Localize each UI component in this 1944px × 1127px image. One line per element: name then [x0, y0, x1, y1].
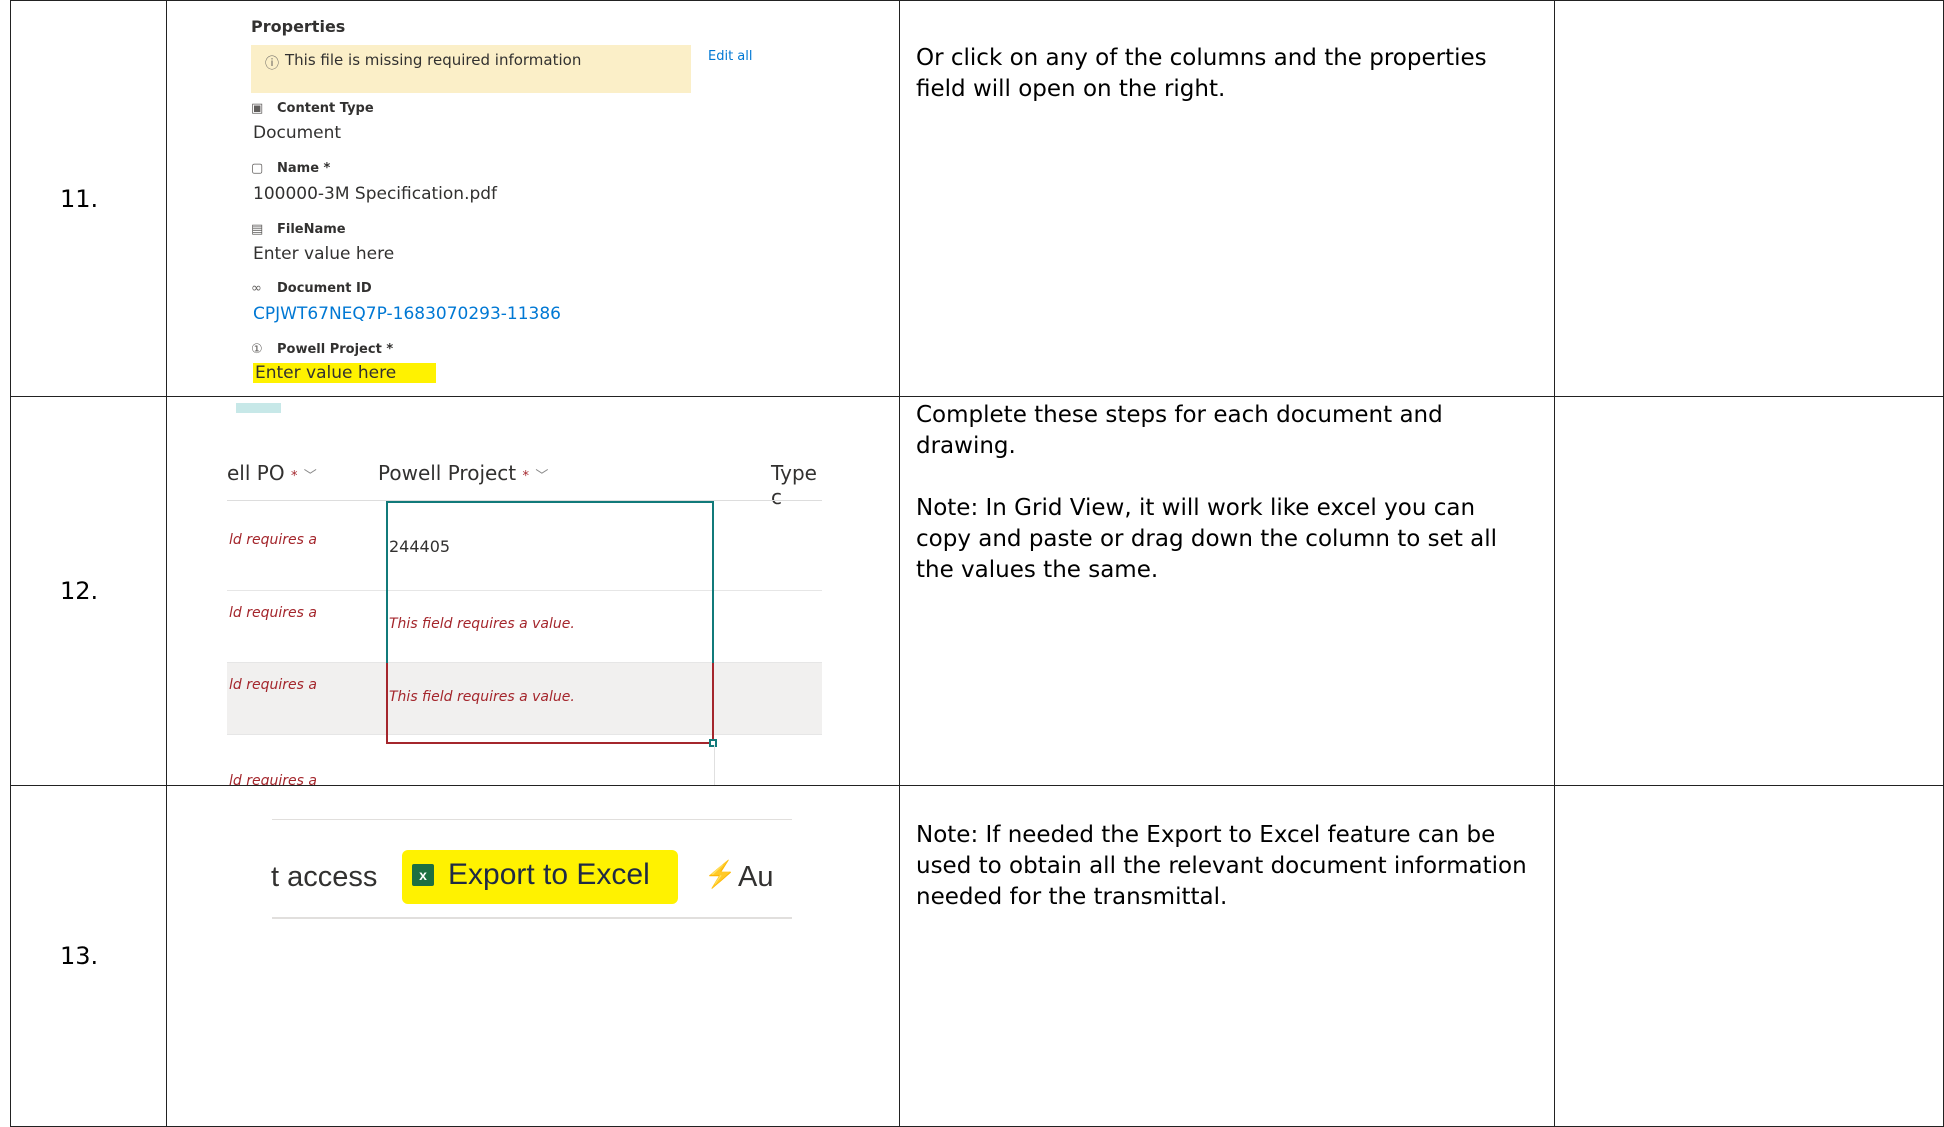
- filename-value[interactable]: Enter value here: [253, 244, 394, 264]
- edit-all-link[interactable]: Edit all: [708, 49, 753, 64]
- filename-label: ▤ FileName: [251, 222, 346, 237]
- step-description: Note: If needed the Export to Excel feat…: [899, 785, 1555, 1127]
- notes-cell: [1554, 0, 1944, 397]
- content-type-value[interactable]: Document: [253, 123, 341, 143]
- truncated-error: ld requires a: [229, 677, 317, 693]
- command-bar-bottom-border: [272, 917, 792, 919]
- missing-info-warning: ⓘ This file is missing required informat…: [251, 45, 691, 93]
- description-text: Note: If needed the Export to Excel feat…: [916, 822, 1527, 910]
- content-type-label: ▣ Content Type: [251, 101, 374, 116]
- truncated-error: ld requires a: [229, 605, 317, 621]
- info-icon: ⓘ: [265, 56, 279, 72]
- screenshot-properties-panel: Properties ⓘ This file is missing requir…: [166, 0, 900, 397]
- fill-handle[interactable]: [709, 739, 717, 747]
- step-description: Complete these steps for each document a…: [899, 396, 1555, 786]
- truncated-error: ld requires a: [229, 773, 317, 786]
- chevron-down-icon: ﹀: [303, 469, 317, 484]
- truncated-error: ld requires a: [229, 532, 317, 548]
- column-header-po[interactable]: ell PO * ﹀: [227, 461, 317, 485]
- automate-button[interactable]: Au: [738, 861, 773, 894]
- export-to-excel-button[interactable]: Export to Excel: [448, 858, 650, 892]
- number-icon: ①: [251, 342, 263, 357]
- chevron-down-icon: ﹀: [535, 469, 549, 484]
- description-note: Note: In Grid View, it will work like ex…: [916, 495, 1498, 583]
- name-label: ▢ Name *: [251, 161, 331, 176]
- step-number: 12.: [10, 396, 167, 786]
- highlighted-value: Enter value here: [253, 363, 437, 383]
- notes-cell: [1554, 396, 1944, 786]
- step-row-12: 12. ell PO * ﹀ Powell Project * ﹀ Type c…: [10, 396, 1944, 786]
- content-type-icon: ▣: [251, 101, 264, 116]
- notes-cell: [1554, 785, 1944, 1127]
- steps-table: 11. Properties ⓘ This file is missing re…: [10, 0, 1944, 1127]
- description-text: Or click on any of the columns and the p…: [916, 45, 1487, 102]
- access-button[interactable]: t access: [271, 861, 377, 894]
- text-field-icon: ▤: [251, 222, 264, 237]
- column-header-powell-project[interactable]: Powell Project * ﹀: [378, 461, 548, 485]
- link-icon: ∞: [251, 281, 262, 296]
- warning-text: This file is missing required informatio…: [285, 51, 582, 69]
- grid-cell-error[interactable]: This field requires a value.: [389, 616, 575, 632]
- powell-project-value[interactable]: Enter value here: [253, 363, 437, 383]
- screenshot-ribbon: t access x Export to Excel ⚡ Au: [166, 785, 900, 1127]
- file-icon: ▢: [251, 161, 264, 176]
- grid-view: ell PO * ﹀ Powell Project * ﹀ Type c ld …: [168, 398, 822, 786]
- step-row-11: 11. Properties ⓘ This file is missing re…: [10, 0, 1944, 397]
- grid-cell-error[interactable]: This field requires a value.: [389, 689, 575, 705]
- step-description: Or click on any of the columns and the p…: [899, 0, 1555, 397]
- selection-chip: [236, 403, 281, 413]
- command-bar-top-border: [272, 819, 792, 820]
- description-text: Complete these steps for each document a…: [916, 402, 1443, 459]
- excel-icon: x: [412, 864, 434, 886]
- column-header-type[interactable]: Type c: [771, 461, 822, 509]
- powell-project-label: ① Powell Project *: [251, 342, 394, 357]
- grid-cell[interactable]: 244405: [389, 537, 450, 556]
- name-value[interactable]: 100000-3M Specification.pdf: [253, 184, 497, 204]
- document-id-value[interactable]: CPJWT67NEQ7P-1683070293-11386: [253, 304, 561, 324]
- column-divider: [714, 745, 715, 785]
- command-bar: t access x Export to Excel ⚡ Au: [168, 787, 823, 1126]
- properties-title: Properties: [251, 17, 346, 36]
- automate-icon: ⚡: [704, 859, 737, 889]
- document-id-label: ∞ Document ID: [251, 281, 372, 296]
- screenshot-grid-view: ell PO * ﹀ Powell Project * ﹀ Type c ld …: [166, 396, 900, 786]
- step-row-13: 13. t access x Export to Excel ⚡ Au Note…: [10, 785, 1944, 1127]
- step-number: 11.: [10, 0, 167, 397]
- step-number: 13.: [10, 785, 167, 1127]
